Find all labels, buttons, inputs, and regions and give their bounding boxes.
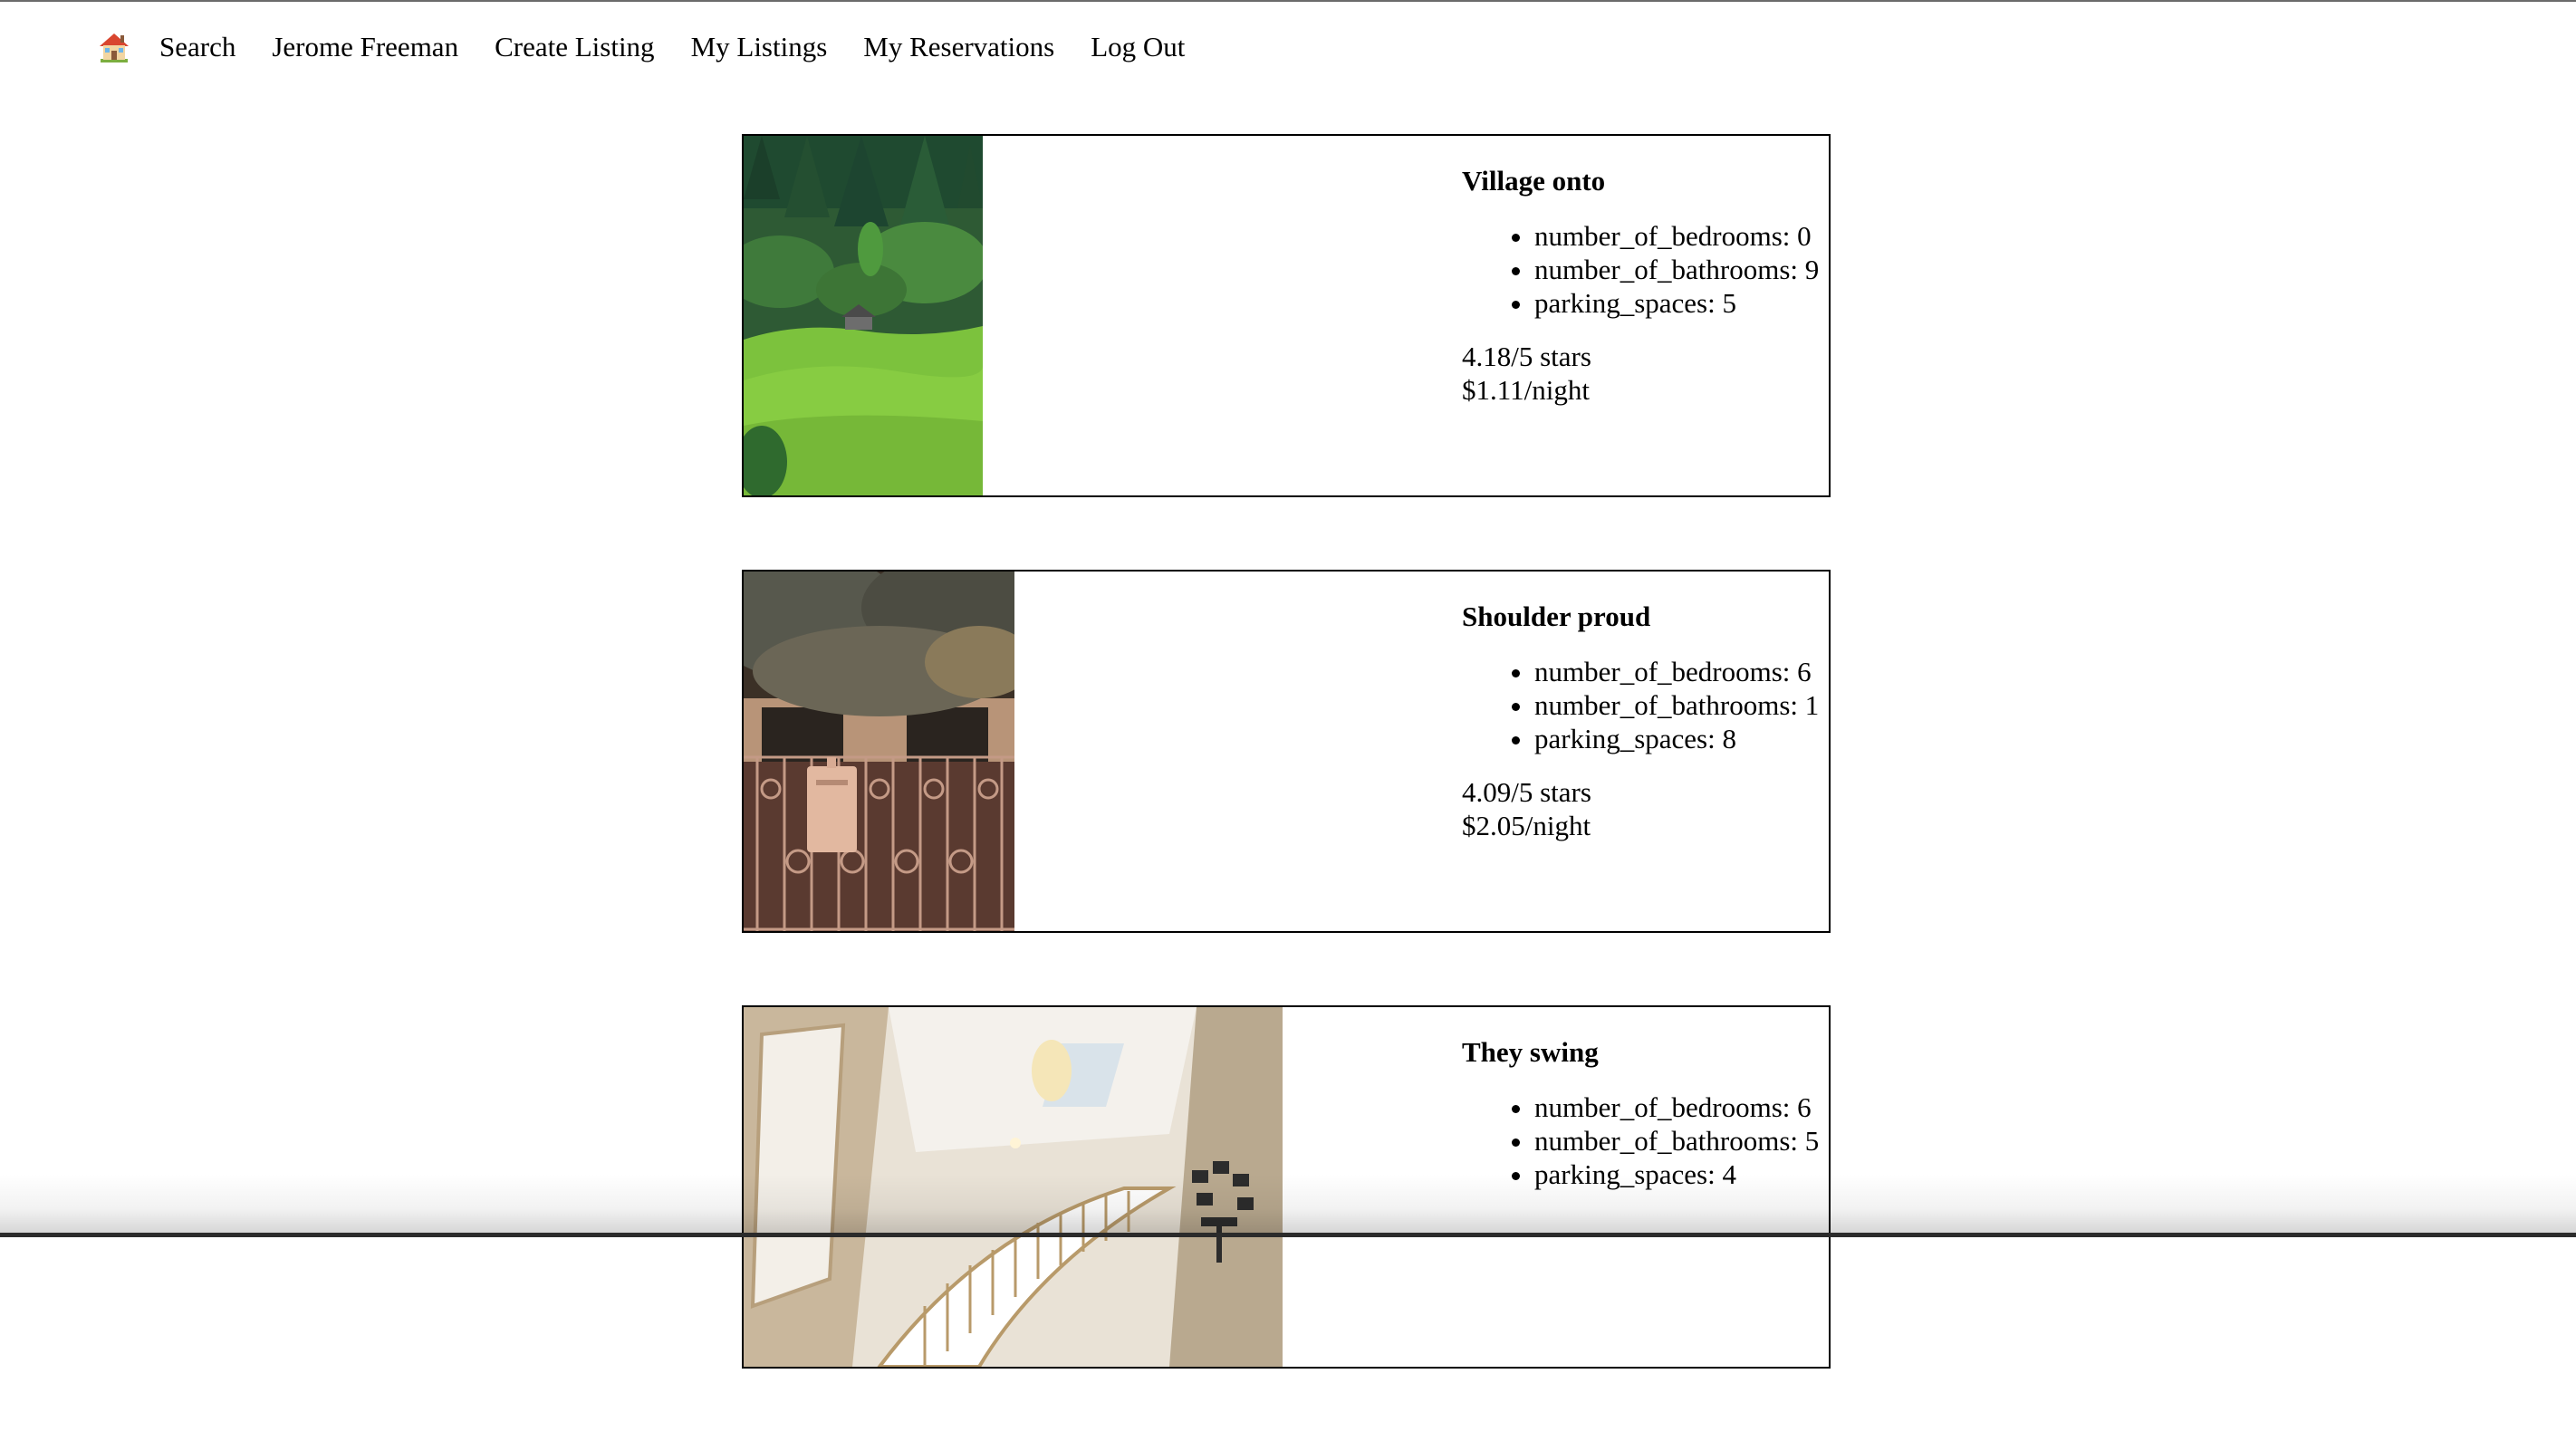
listing-features: number_of_bedrooms: 0 number_of_bathroom… <box>1462 219 1829 320</box>
listing-title[interactable]: Village onto <box>1462 163 1829 199</box>
top-border <box>0 0 2576 2</box>
listing-price: $2.05/night <box>1462 810 1591 841</box>
nav-logout-link[interactable]: Log Out <box>1091 27 1185 67</box>
feature-bedrooms: number_of_bedrooms: 6 <box>1534 1090 1829 1124</box>
listing-card[interactable]: Village onto number_of_bedrooms: 0 numbe… <box>742 134 1831 497</box>
house-icon <box>100 34 129 62</box>
feature-bedrooms: number_of_bedrooms: 0 <box>1534 219 1829 253</box>
listing-title[interactable]: Shoulder proud <box>1462 599 1829 635</box>
feature-bathrooms: number_of_bathrooms: 9 <box>1534 253 1829 286</box>
nav-my-reservations-link[interactable]: My Reservations <box>863 27 1054 67</box>
feature-bathrooms: number_of_bathrooms: 1 <box>1534 688 1829 722</box>
listing-rating: 4.18/5 stars <box>1462 341 1591 372</box>
listing-image <box>744 572 1014 931</box>
listing-image <box>744 136 983 495</box>
nav-profile-link[interactable]: Jerome Freeman <box>272 27 458 67</box>
bottom-border <box>0 1233 2576 1237</box>
nav-search-link[interactable]: Search <box>159 27 235 67</box>
listing-image <box>744 1007 1283 1367</box>
listing-features: number_of_bedrooms: 6 number_of_bathroom… <box>1462 655 1829 755</box>
feature-parking: parking_spaces: 5 <box>1534 286 1829 320</box>
listing-list: Village onto number_of_bedrooms: 0 numbe… <box>742 134 1831 1441</box>
listing-price: $1.11/night <box>1462 374 1590 406</box>
nav-my-listings-link[interactable]: My Listings <box>691 27 828 67</box>
feature-parking: parking_spaces: 8 <box>1534 722 1829 755</box>
listing-details: They swing number_of_bedrooms: 6 number_… <box>1462 1034 1829 1211</box>
feature-parking: parking_spaces: 4 <box>1534 1158 1829 1191</box>
listing-card[interactable]: They swing number_of_bedrooms: 6 number_… <box>742 1005 1831 1369</box>
top-nav: Search Jerome Freeman Create Listing My … <box>98 27 1221 67</box>
listing-title[interactable]: They swing <box>1462 1034 1829 1071</box>
listing-details: Shoulder proud number_of_bedrooms: 6 num… <box>1462 599 1829 842</box>
home-link[interactable] <box>98 31 130 63</box>
listing-rating: 4.09/5 stars <box>1462 776 1591 808</box>
listing-details: Village onto number_of_bedrooms: 0 numbe… <box>1462 163 1829 407</box>
feature-bedrooms: number_of_bedrooms: 6 <box>1534 655 1829 688</box>
feature-bathrooms: number_of_bathrooms: 5 <box>1534 1124 1829 1158</box>
listing-features: number_of_bedrooms: 6 number_of_bathroom… <box>1462 1090 1829 1191</box>
listing-card[interactable]: Shoulder proud number_of_bedrooms: 6 num… <box>742 570 1831 933</box>
nav-create-listing-link[interactable]: Create Listing <box>495 27 654 67</box>
